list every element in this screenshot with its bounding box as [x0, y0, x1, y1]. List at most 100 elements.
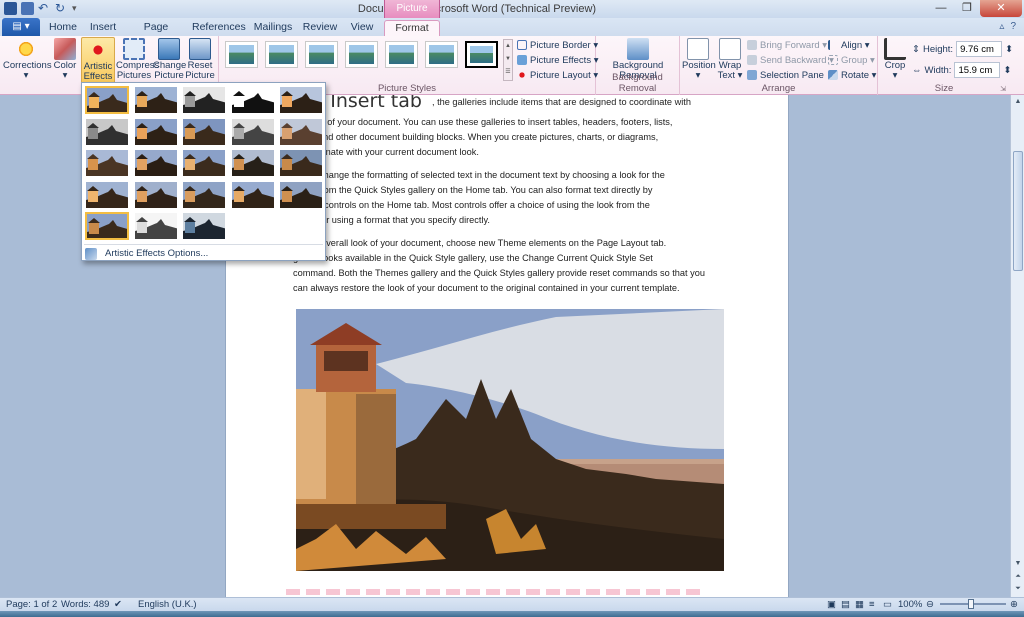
scroll-thumb[interactable] — [1013, 151, 1023, 271]
help-icon[interactable]: ? — [1010, 21, 1016, 32]
tab-insert[interactable]: Insert — [86, 20, 120, 36]
tab-review[interactable]: Review — [302, 20, 338, 36]
vertical-scrollbar[interactable]: ▲ ▼ ⏶ ⏷ — [1010, 95, 1024, 597]
rotate-button[interactable]: Rotate ▾ — [828, 68, 876, 82]
reset-picture-button[interactable]: Reset Picture — [185, 37, 215, 83]
selection-pane-button[interactable]: Selection Pane — [747, 68, 824, 82]
height-spinner-icon[interactable]: ⬍ — [1005, 44, 1013, 55]
compress-pictures-button[interactable]: Compress Pictures — [116, 37, 159, 83]
lighthouse-picture[interactable] — [296, 309, 724, 571]
file-tab[interactable]: ▤ ▾ — [2, 18, 40, 36]
artistic-effect-thumbnail[interactable] — [85, 180, 129, 209]
artistic-effect-thumbnail[interactable] — [230, 149, 275, 177]
artistic-effect-thumbnail[interactable] — [85, 212, 129, 240]
proofing-icon[interactable]: ✔ — [114, 599, 122, 610]
picture-style-thumbnail[interactable] — [425, 41, 458, 68]
size-dialog-launcher-icon[interactable]: ⇲ — [1000, 85, 1006, 93]
group-button[interactable]: Group ▾ — [828, 53, 875, 67]
tab-view[interactable]: View — [346, 20, 378, 36]
artistic-effect-thumbnail[interactable] — [182, 180, 226, 209]
crop-button[interactable]: Crop ▾ — [881, 37, 909, 83]
artistic-effect-thumbnail[interactable] — [182, 212, 226, 240]
picture-effects-button[interactable]: Picture Effects ▾ — [517, 53, 598, 67]
artistic-effect-thumbnail[interactable] — [230, 86, 275, 114]
view-web-layout-icon[interactable]: ▦ — [855, 599, 864, 610]
width-input[interactable] — [954, 62, 1001, 78]
zoom-slider-handle[interactable] — [968, 599, 974, 609]
paragraph-1: rall look of your document. You can use … — [293, 115, 723, 160]
body-line: e other controls on the Home tab. Most c… — [293, 200, 650, 210]
picture-style-thumbnail[interactable] — [225, 41, 258, 68]
artistic-effect-thumbnail[interactable] — [279, 117, 323, 146]
minimize-icon[interactable]: — — [928, 0, 954, 17]
wrap-text-button[interactable]: Wrap Text ▾ — [715, 37, 745, 83]
color-button[interactable]: Color ▾ — [50, 37, 80, 83]
width-spinner-icon[interactable]: ⬍ — [1003, 65, 1011, 76]
page-count[interactable]: Page: 1 of 2 — [6, 599, 57, 610]
language[interactable]: English (U.K.) — [138, 599, 197, 610]
gallery-scroll-buttons[interactable]: ▲ ▼ ☰ — [503, 39, 513, 81]
artistic-effect-thumbnail[interactable] — [279, 86, 323, 114]
artistic-effect-thumbnail[interactable] — [230, 180, 275, 209]
taskbar-strip — [0, 611, 1024, 617]
artistic-effect-thumbnail[interactable] — [85, 149, 129, 177]
zoom-out-icon[interactable]: ⊖ — [926, 599, 934, 610]
view-print-layout-icon[interactable]: ▣ — [827, 599, 836, 610]
bring-forward-button[interactable]: Bring Forward ▾ — [747, 38, 827, 52]
send-backward-button[interactable]: Send Backward ▾ — [747, 53, 834, 67]
artistic-effect-thumbnail[interactable] — [133, 180, 178, 209]
view-draft-icon[interactable]: ▭ — [883, 599, 892, 610]
artistic-effect-thumbnail[interactable] — [133, 117, 178, 146]
word-count[interactable]: Words: 489 — [61, 599, 109, 610]
picture-layout-button[interactable]: Picture Layout ▾ — [517, 68, 598, 82]
artistic-effect-thumbnail[interactable] — [182, 86, 226, 114]
bring-forward-icon — [747, 40, 757, 50]
arrange-group: Position ▾ Wrap Text ▾ Bring Forward ▾ S… — [680, 36, 878, 95]
picture-style-thumbnail[interactable] — [265, 41, 298, 68]
dropdown-arrow-icon: ▾ — [23, 70, 29, 81]
previous-page-icon[interactable]: ⏶ — [1012, 571, 1024, 583]
paragraph-3: ge the overall look of your document, ch… — [293, 236, 723, 296]
zoom-in-icon[interactable]: ⊕ — [1010, 599, 1018, 610]
position-button[interactable]: Position ▾ — [682, 37, 716, 83]
tab-references[interactable]: References — [192, 20, 246, 36]
artistic-effect-thumbnail[interactable] — [230, 117, 275, 146]
wrap-text-icon — [719, 38, 741, 60]
scroll-down-icon[interactable]: ▼ — [1012, 558, 1024, 570]
view-full-screen-icon[interactable]: ▤ — [841, 599, 850, 610]
artistic-effect-thumbnail[interactable] — [279, 180, 323, 209]
artistic-effects-options-label: Artistic Effects Options... — [105, 248, 209, 259]
picture-style-thumbnail[interactable] — [385, 41, 418, 68]
picture-style-thumbnail-selected[interactable] — [465, 41, 498, 68]
artistic-effect-thumbnail[interactable] — [85, 117, 129, 146]
align-button[interactable]: Align ▾ — [828, 38, 870, 52]
artistic-effect-thumbnail[interactable] — [133, 212, 178, 240]
background-removal-group: Background Removal Background Removal — [596, 36, 680, 95]
corrections-button[interactable]: Corrections ▾ — [3, 37, 52, 83]
zoom-level[interactable]: 100% — [898, 599, 922, 610]
scroll-up-icon[interactable]: ▲ — [1012, 96, 1024, 108]
artistic-effect-thumbnail[interactable] — [182, 149, 226, 177]
picture-border-button[interactable]: Picture Border ▾ — [517, 38, 598, 52]
picture-style-thumbnail[interactable] — [305, 41, 338, 68]
tab-page-layout[interactable]: Page Layout — [128, 20, 184, 47]
artistic-effect-thumbnail[interactable] — [85, 86, 129, 114]
minimize-ribbon-icon[interactable]: ▵ — [999, 21, 1004, 32]
tab-mailings[interactable]: Mailings — [252, 20, 294, 36]
height-input[interactable] — [956, 41, 1003, 57]
close-icon[interactable]: ✕ — [980, 0, 1022, 17]
restore-icon[interactable]: ❐ — [954, 0, 980, 17]
change-picture-button[interactable]: Change Picture — [153, 37, 186, 83]
artistic-effects-options-button[interactable]: Artistic Effects Options... — [85, 247, 208, 260]
height-icon: ⇕ — [912, 43, 920, 55]
next-page-icon[interactable]: ⏷ — [1012, 583, 1024, 595]
tab-format[interactable]: Format — [384, 20, 440, 36]
artistic-effect-thumbnail[interactable] — [133, 86, 178, 114]
artistic-effects-button[interactable]: Artistic Effects ▾ — [81, 37, 115, 92]
artistic-effect-thumbnail[interactable] — [133, 149, 178, 177]
tab-home[interactable]: Home — [46, 20, 80, 36]
artistic-effect-thumbnail[interactable] — [279, 149, 323, 177]
view-outline-icon[interactable]: ≡ — [869, 599, 875, 610]
artistic-effect-thumbnail[interactable] — [182, 117, 226, 146]
picture-style-thumbnail[interactable] — [345, 41, 378, 68]
